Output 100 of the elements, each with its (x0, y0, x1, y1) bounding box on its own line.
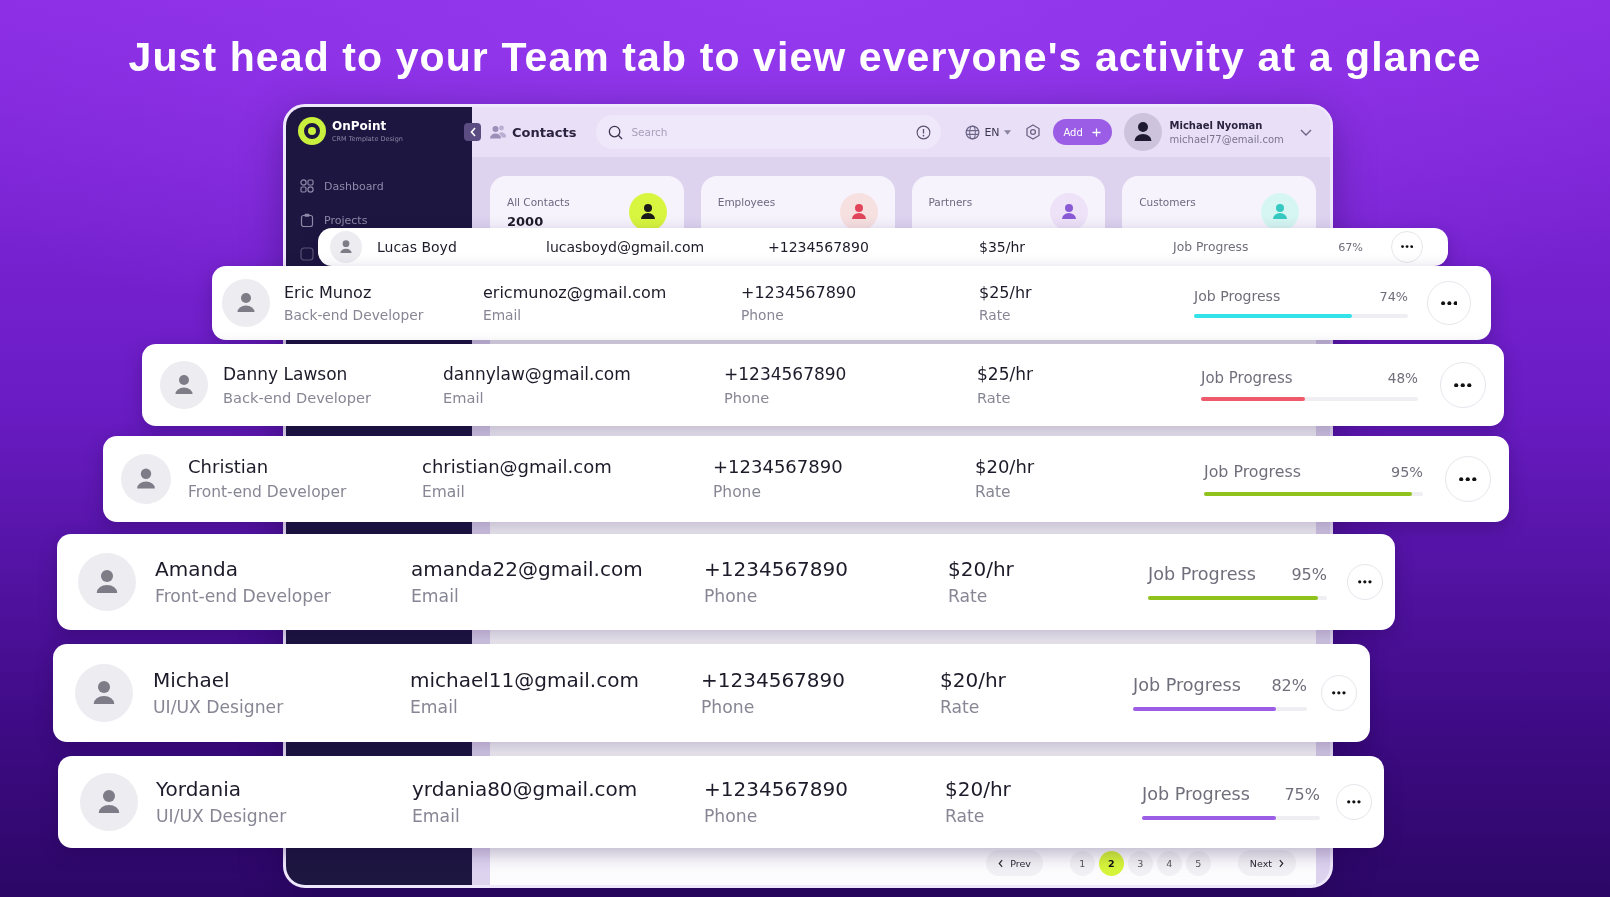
contact-phone: +1234567890 (704, 557, 848, 582)
avatar-icon (78, 553, 136, 611)
contact-phone: +1234567890 (701, 668, 845, 693)
info-icon[interactable] (916, 125, 932, 140)
field-label: Email (422, 483, 465, 502)
progress-label: Job Progress (1142, 784, 1250, 804)
search-field[interactable]: Search (596, 115, 942, 149)
more-button[interactable] (1445, 456, 1491, 502)
field-label: Rate (948, 586, 988, 607)
chevron-left-icon (998, 858, 1004, 868)
page-button[interactable]: 1 (1069, 850, 1095, 876)
contact-role: UI/UX Designer (156, 806, 287, 827)
progress-label: Job Progress (1173, 240, 1249, 254)
contact-name: Eric Munoz (284, 282, 372, 302)
field-label: Email (443, 388, 484, 407)
user-name: Michael Nyoman (1169, 119, 1263, 131)
page-button[interactable]: 2 (1098, 850, 1124, 876)
avatar-icon (80, 773, 138, 831)
stat-value: 2000 (507, 214, 544, 229)
contact-role: Front-end Developer (155, 586, 331, 607)
ellipsis-icon (1347, 800, 1361, 804)
more-button[interactable] (1336, 784, 1372, 820)
field-label: Phone (741, 306, 784, 324)
contact-role: UI/UX Designer (153, 697, 284, 718)
contact-phone: +1234567890 (724, 363, 847, 384)
field-label: Phone (701, 697, 755, 718)
contact-rate: $25/hr (979, 282, 1032, 302)
page-title: Contacts (512, 124, 577, 140)
field-label: Rate (979, 306, 1011, 324)
more-button[interactable] (1391, 231, 1423, 263)
field-label: Phone (724, 388, 770, 407)
square-icon[interactable] (300, 247, 314, 261)
plus-icon (1091, 127, 1101, 137)
field-label: Rate (975, 483, 1011, 502)
contact-name: Yordania (156, 777, 242, 802)
progress-percent: 95% (1291, 565, 1327, 584)
contact-role: Back-end Developer (284, 306, 424, 324)
progress-percent: 74% (1379, 289, 1408, 305)
people-icon (490, 125, 506, 139)
ellipsis-icon (1358, 580, 1372, 584)
ellipsis-icon (1440, 300, 1458, 306)
field-label: Email (483, 306, 522, 324)
clipboard-icon (300, 213, 314, 227)
field-label: Email (412, 806, 460, 827)
brand-name: OnPoint (332, 119, 387, 133)
sidebar-item[interactable]: Dashboard (298, 177, 384, 195)
progress-label: Job Progress (1204, 462, 1301, 482)
stat-label: Employees (717, 196, 776, 208)
search-icon (608, 125, 624, 140)
caret-down-icon (1003, 129, 1011, 135)
contact-name: Michael (153, 668, 230, 693)
contact-rate: $20/hr (975, 456, 1035, 478)
chevron-down-icon[interactable] (1300, 128, 1312, 136)
field-label: Rate (940, 697, 980, 718)
user-email: michael77@email.com (1169, 133, 1284, 145)
progress-percent: 67% (1338, 241, 1363, 254)
field-label: Email (411, 586, 459, 607)
language-selector[interactable]: EN (965, 124, 1011, 140)
more-button[interactable] (1347, 564, 1383, 600)
contact-role: Front-end Developer (188, 483, 347, 502)
field-label: Rate (945, 806, 985, 827)
stat-label: Customers (1139, 196, 1196, 208)
field-label: Phone (704, 586, 758, 607)
contact-name: Amanda (155, 557, 239, 582)
field-label: Phone (704, 806, 758, 827)
progress-label: Job Progress (1133, 675, 1241, 695)
page-button[interactable]: 3 (1127, 850, 1153, 876)
avatar-icon (1123, 113, 1162, 151)
more-button[interactable] (1321, 675, 1357, 711)
chevron-right-icon (1279, 858, 1284, 868)
avatar-icon (121, 454, 171, 504)
contact-email: dannylaw@gmail.com (443, 363, 631, 384)
settings-icon[interactable] (1024, 124, 1041, 140)
progress-percent: 48% (1387, 369, 1418, 386)
progress-percent: 75% (1284, 785, 1320, 804)
prev-button[interactable]: Prev (986, 850, 1043, 876)
contact-email: yrdania80@gmail.com (412, 777, 638, 802)
progress-label: Job Progress (1148, 564, 1256, 584)
page-button[interactable]: 5 (1185, 850, 1211, 876)
collapse-button[interactable] (464, 123, 481, 141)
progress-label: Job Progress (1201, 368, 1293, 387)
sidebar-item[interactable]: Projects (298, 211, 368, 229)
more-button[interactable] (1440, 362, 1486, 408)
ellipsis-icon (1454, 382, 1472, 388)
more-button[interactable] (1427, 281, 1471, 325)
contact-phone: +1234567890 (768, 238, 869, 256)
avatar-icon (330, 231, 362, 263)
field-label: Email (410, 697, 458, 718)
grid-icon (300, 179, 314, 193)
progress-percent: 95% (1391, 464, 1423, 481)
add-button[interactable]: Add (1052, 119, 1112, 145)
globe-icon (965, 124, 981, 140)
progress-percent: 82% (1271, 676, 1307, 695)
next-button[interactable]: Next (1237, 850, 1296, 876)
contact-phone: +1234567890 (704, 777, 848, 802)
contact-email: ericmunoz@gmail.com (483, 282, 667, 302)
contact-rate: $25/hr (977, 363, 1033, 384)
ellipsis-icon (1400, 245, 1414, 249)
page-button[interactable]: 4 (1156, 850, 1182, 876)
headline: Just head to your Team tab to view everyone's activity at a glance (128, 33, 1482, 81)
